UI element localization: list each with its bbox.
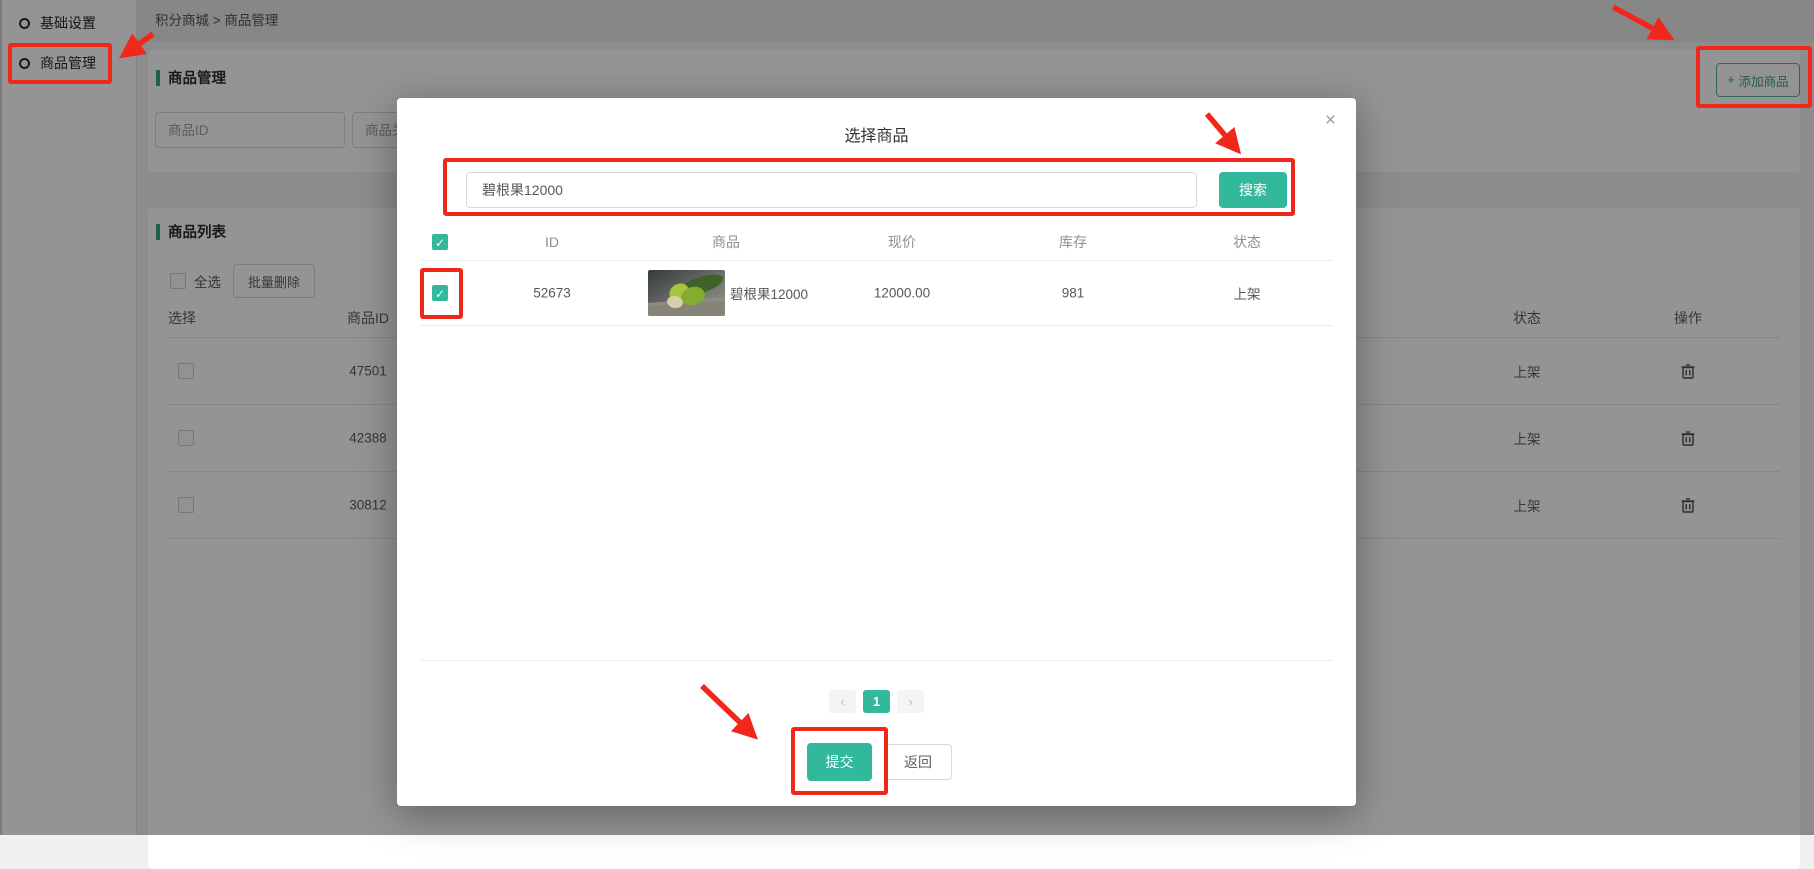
modal-title: 选择商品 (397, 122, 1356, 146)
header-price: 现价 (888, 232, 916, 252)
row-product-name: 碧根果12000 (730, 283, 808, 303)
header-stock: 库存 (1059, 232, 1087, 252)
select-product-modal: 选择商品 × 搜索 ID 商品 现价 库存 状态 52673 碧根果12000 … (397, 98, 1356, 806)
header-status: 状态 (1233, 232, 1261, 252)
row-id: 52673 (533, 286, 571, 301)
submit-button[interactable]: 提交 (807, 743, 872, 781)
row-price: 12000.00 (874, 286, 930, 301)
product-image (648, 270, 725, 316)
divider (420, 660, 1333, 661)
modal-search-button[interactable]: 搜索 (1219, 172, 1287, 208)
modal-header-checkbox[interactable] (432, 234, 448, 250)
page-current[interactable]: 1 (863, 690, 890, 713)
header-id: ID (545, 234, 559, 250)
row-status: 上架 (1234, 283, 1261, 303)
modal-table-row: 52673 碧根果12000 12000.00 981 上架 (420, 261, 1333, 326)
points-mall-admin-page: 基础设置 商品管理 积分商城 > 商品管理 商品管理 + 添加商品 (0, 0, 1814, 835)
page-next-icon[interactable]: › (897, 690, 924, 713)
modal-row-checkbox[interactable] (432, 285, 448, 301)
back-button[interactable]: 返回 (884, 744, 952, 780)
modal-search-input[interactable] (466, 172, 1197, 208)
row-stock: 981 (1062, 286, 1085, 301)
modal-table-header: ID 商品 现价 库存 状态 (420, 224, 1333, 261)
close-icon[interactable]: × (1325, 111, 1336, 130)
page-prev-icon[interactable]: ‹ (829, 690, 856, 713)
header-product: 商品 (712, 232, 740, 252)
pagination: ‹ 1 › (397, 690, 1356, 713)
